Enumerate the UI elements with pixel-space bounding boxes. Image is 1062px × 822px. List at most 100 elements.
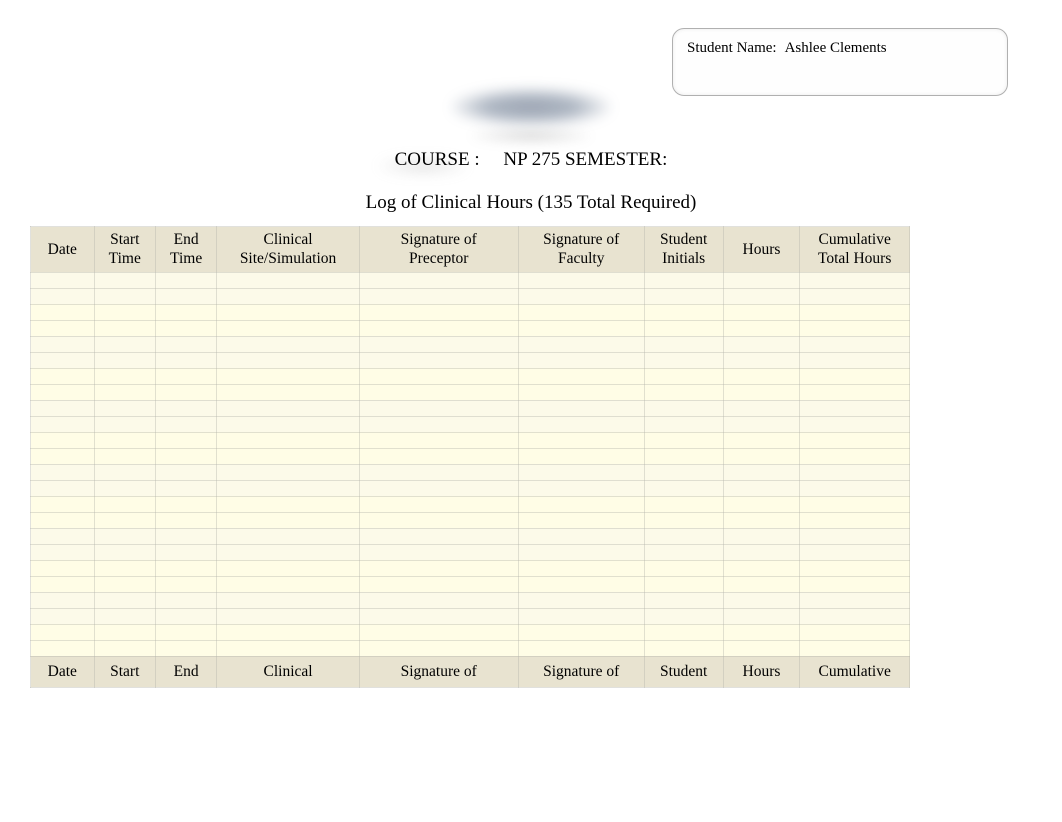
table-cell [359,512,518,528]
table-cell [359,352,518,368]
table-cell [800,592,910,608]
table-header: Date Start Time End Time Clinical Site/S… [31,227,910,273]
table-cell [644,576,723,592]
table-cell [359,384,518,400]
table-cell [518,640,644,656]
table-footer: Date Start End Clinical Signature of Sig… [31,656,910,687]
table-cell [94,640,155,656]
table-cell [644,448,723,464]
table-cell [723,640,800,656]
table-cell [94,512,155,528]
table-cell [518,288,644,304]
table-cell [94,592,155,608]
log-title: Log of Clinical Hours (135 Total Require… [0,192,1062,214]
table-cell [94,560,155,576]
table-cell [518,304,644,320]
table-cell [217,368,359,384]
table-cell [31,544,95,560]
table-cell [723,288,800,304]
table-cell [31,576,95,592]
table-cell [644,384,723,400]
table-cell [31,384,95,400]
table-cell [31,304,95,320]
table-cell [800,400,910,416]
table-cell [31,416,95,432]
table-cell [94,288,155,304]
table-cell [723,336,800,352]
table-cell [644,304,723,320]
table-cell [800,640,910,656]
table-cell [155,416,216,432]
table-cell [644,368,723,384]
table-cell [155,576,216,592]
table-cell [723,320,800,336]
table-cell [155,304,216,320]
table-cell [155,320,216,336]
tf-faculty: Signature of [518,656,644,687]
tf-start: Start [94,656,155,687]
table-cell [723,608,800,624]
table-row [31,528,910,544]
table-row [31,544,910,560]
table-cell [359,560,518,576]
table-cell [800,368,910,384]
table-cell [723,496,800,512]
table-cell [800,272,910,288]
th-start: Start Time [94,227,155,273]
table-cell [800,528,910,544]
table-cell [518,528,644,544]
watermark-logo [451,88,611,126]
table-row [31,448,910,464]
tf-date: Date [31,656,95,687]
table-cell [518,448,644,464]
th-end: End Time [155,227,216,273]
th-preceptor: Signature of Preceptor [359,227,518,273]
table-cell [518,432,644,448]
table-cell [217,464,359,480]
table-cell [217,352,359,368]
table-cell [723,368,800,384]
table-cell [155,624,216,640]
table-cell [217,560,359,576]
table-cell [644,528,723,544]
table-cell [155,640,216,656]
table-cell [94,368,155,384]
table-cell [217,480,359,496]
table-cell [723,624,800,640]
table-cell [644,352,723,368]
table-cell [217,320,359,336]
table-cell [723,544,800,560]
table-cell [155,608,216,624]
table-cell [518,560,644,576]
table-cell [217,448,359,464]
table-cell [359,336,518,352]
table-cell [800,416,910,432]
table-cell [518,592,644,608]
table-cell [31,352,95,368]
th-hours: Hours [723,227,800,273]
table-cell [800,352,910,368]
table-cell [359,528,518,544]
table-cell [217,544,359,560]
table-cell [94,544,155,560]
table-cell [94,272,155,288]
table-cell [518,384,644,400]
table-cell [644,592,723,608]
table-cell [518,480,644,496]
table-cell [644,480,723,496]
table-cell [518,400,644,416]
table-cell [217,496,359,512]
clinical-hours-table: Date Start Time End Time Clinical Site/S… [30,226,910,688]
student-name-box: Student Name: Ashlee Clements [672,28,1008,96]
tf-site: Clinical [217,656,359,687]
table-cell [723,272,800,288]
table-cell [155,448,216,464]
table-cell [359,288,518,304]
table-cell [31,640,95,656]
table-cell [155,592,216,608]
table-cell [800,432,910,448]
table-cell [31,608,95,624]
watermark-subtext [471,128,591,144]
table-cell [359,448,518,464]
table-cell [723,448,800,464]
